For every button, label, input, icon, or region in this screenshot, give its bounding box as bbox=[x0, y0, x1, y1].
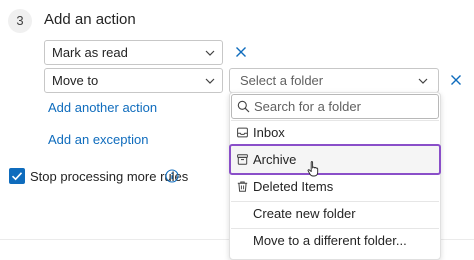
folder-search-input[interactable] bbox=[254, 97, 434, 116]
add-another-action-link[interactable]: Add another action bbox=[48, 100, 157, 115]
move-to-different-folder-item[interactable]: Move to a different folder... bbox=[231, 227, 439, 254]
add-exception-link[interactable]: Add an exception bbox=[48, 132, 148, 147]
folder-item-label: Move to a different folder... bbox=[253, 233, 407, 248]
folder-select-placeholder: Select a folder bbox=[240, 73, 324, 88]
archive-icon bbox=[237, 154, 248, 165]
stop-processing-checkbox[interactable] bbox=[9, 168, 25, 184]
action-select-value: Move to bbox=[52, 73, 99, 88]
checkmark-icon bbox=[11, 172, 23, 181]
inbox-icon bbox=[237, 127, 248, 138]
create-new-folder-item[interactable]: Create new folder bbox=[231, 200, 439, 227]
folder-item-archive[interactable]: Archive bbox=[229, 144, 441, 175]
info-icon[interactable] bbox=[165, 169, 179, 183]
chevron-down-icon bbox=[205, 50, 215, 56]
folder-dropdown: Inbox Archive Deleted Items Create new f… bbox=[229, 92, 441, 260]
rule-editor: 3 Add an action Mark as read Move to Sel… bbox=[0, 0, 474, 260]
trash-icon bbox=[237, 181, 248, 192]
search-icon bbox=[237, 100, 250, 113]
folder-select[interactable]: Select a folder bbox=[229, 68, 439, 93]
remove-action-icon[interactable] bbox=[234, 45, 248, 59]
action-select-mark-as-read[interactable]: Mark as read bbox=[44, 40, 223, 65]
folder-item-label: Create new folder bbox=[253, 206, 356, 221]
remove-action-icon[interactable] bbox=[449, 73, 463, 87]
chevron-down-icon bbox=[205, 78, 215, 84]
folder-item-label: Inbox bbox=[253, 125, 285, 140]
folder-item-inbox[interactable]: Inbox bbox=[231, 119, 439, 146]
folder-item-deleted-items[interactable]: Deleted Items bbox=[231, 173, 439, 200]
folder-item-label: Archive bbox=[253, 152, 297, 167]
chevron-down-icon bbox=[418, 78, 428, 84]
step-number-badge: 3 bbox=[8, 9, 32, 33]
folder-search[interactable] bbox=[231, 94, 439, 119]
action-select-value: Mark as read bbox=[52, 45, 128, 60]
folder-item-label: Deleted Items bbox=[253, 179, 334, 194]
hand-pointer-cursor-icon bbox=[307, 161, 319, 177]
action-select-move-to[interactable]: Move to bbox=[44, 68, 223, 93]
step-title: Add an action bbox=[44, 11, 136, 28]
